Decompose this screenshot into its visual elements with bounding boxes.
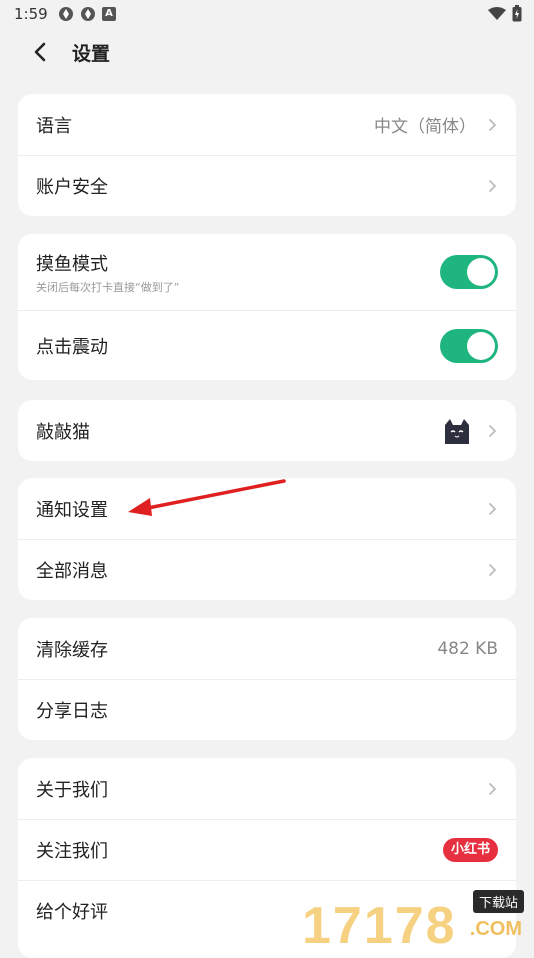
language-row[interactable]: 语言 中文（简体） (18, 94, 516, 155)
about-us-row[interactable]: 关于我们 (18, 758, 516, 819)
app-notification-icon (59, 7, 73, 21)
chevron-right-icon (486, 562, 498, 578)
watermark-logo: 17178 下载站 .COM (302, 886, 532, 955)
vibration-row: 点击震动 (18, 310, 516, 380)
status-notifications: A (58, 6, 116, 22)
notification-settings-label: 通知设置 (36, 499, 108, 521)
page-title: 设置 (72, 43, 111, 65)
letter-notification-icon: A (102, 7, 116, 21)
wifi-icon (488, 6, 506, 20)
cat-row[interactable]: 敲敲猫 (18, 400, 516, 461)
cat-label: 敲敲猫 (36, 421, 90, 443)
cat-avatar-icon (445, 418, 469, 444)
clear-cache-row[interactable]: 清除缓存 482 KB (18, 618, 516, 679)
share-log-row[interactable]: 分享日志 (18, 679, 516, 740)
cache-size-value: 482 KB (437, 638, 498, 659)
all-messages-label: 全部消息 (36, 561, 108, 582)
status-time: 1:59 (14, 5, 48, 23)
follow-us-row[interactable]: 关注我们 小红书 (18, 819, 516, 880)
account-security-row[interactable]: 账户安全 (18, 155, 516, 216)
toggles-card: 摸鱼模式 关闭后每次打卡直接“做到了” 点击震动 (18, 234, 516, 380)
header: 设置 (0, 28, 534, 76)
status-system-icons (488, 5, 522, 22)
language-label: 语言 (36, 115, 72, 137)
toggle-knob (467, 331, 495, 360)
chevron-right-icon (486, 423, 498, 439)
account-security-label: 账户安全 (36, 177, 108, 198)
clear-cache-label: 清除缓存 (36, 639, 108, 661)
about-us-label: 关于我们 (36, 779, 108, 801)
chevron-right-icon (486, 781, 498, 797)
general-card: 语言 中文（简体） 账户安全 (18, 94, 516, 216)
follow-us-label: 关注我们 (36, 841, 108, 862)
fish-mode-row: 摸鱼模式 关闭后每次打卡直接“做到了” (18, 234, 516, 310)
fish-mode-toggle[interactable] (440, 255, 498, 289)
notification-settings-row[interactable]: 通知设置 (18, 478, 516, 539)
app-notification-icon (81, 7, 95, 21)
fish-mode-label: 摸鱼模式 (36, 253, 108, 275)
fish-mode-description: 关闭后每次打卡直接“做到了” (36, 280, 180, 294)
status-bar: 1:59 A (0, 0, 534, 28)
notifications-card: 通知设置 全部消息 (18, 478, 516, 600)
language-value: 中文（简体） (374, 117, 476, 137)
storage-card: 清除缓存 482 KB 分享日志 (18, 618, 516, 740)
all-messages-row[interactable]: 全部消息 (18, 539, 516, 600)
watermark-tag: 下载站 (472, 890, 524, 913)
chevron-right-icon (486, 501, 498, 517)
back-button[interactable] (24, 36, 56, 68)
xiaohongshu-badge: 小红书 (442, 838, 498, 862)
chevron-left-icon (34, 42, 46, 62)
watermark-digits: 17178 (302, 897, 457, 955)
toggle-knob (467, 258, 495, 286)
share-log-label: 分享日志 (36, 701, 108, 722)
vibration-label: 点击震动 (36, 336, 108, 358)
vibration-toggle[interactable] (440, 328, 498, 363)
cat-card: 敲敲猫 (18, 400, 516, 461)
chevron-right-icon (486, 178, 498, 194)
battery-icon (512, 5, 522, 22)
chevron-right-icon (486, 117, 498, 133)
watermark-suffix: .COM (469, 918, 522, 940)
